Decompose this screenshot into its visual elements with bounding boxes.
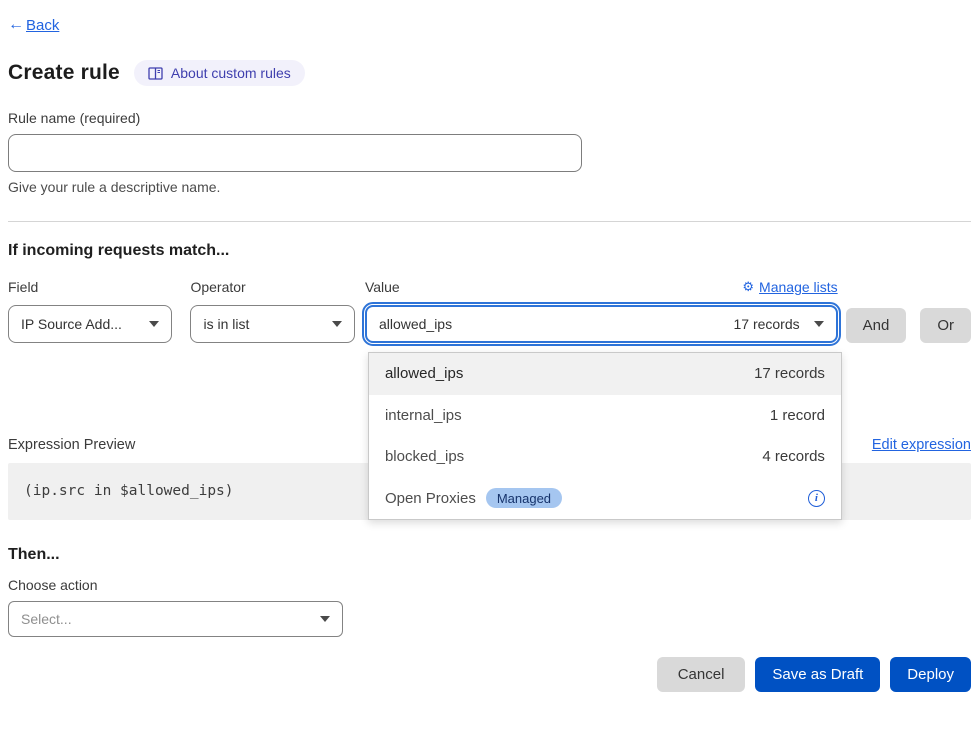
match-section-heading: If incoming requests match... [8, 242, 971, 260]
chevron-down-icon [332, 321, 342, 327]
chevron-down-icon [149, 321, 159, 327]
operator-label: Operator [190, 279, 245, 295]
list-item[interactable]: Open Proxies Managed i [369, 478, 841, 520]
rule-name-input[interactable] [8, 134, 582, 172]
page-title: Create rule [8, 61, 120, 85]
managed-badge: Managed [486, 488, 562, 508]
value-selected-name: allowed_ips [379, 316, 452, 332]
manage-lists-label: Manage lists [759, 279, 838, 295]
rule-name-helper-text: Give your rule a descriptive name. [8, 179, 971, 195]
list-item[interactable]: allowed_ips 17 records [369, 353, 841, 395]
operator-column: Operator is in list [190, 278, 354, 343]
or-button[interactable]: Or [920, 308, 971, 343]
list-item-name: allowed_ips [385, 365, 463, 382]
create-rule-page: ←Back Create rule About custom rules Rul… [0, 0, 979, 692]
title-row: Create rule About custom rules [8, 60, 971, 86]
action-select-placeholder: Select... [21, 611, 72, 627]
operator-select[interactable]: is in list [190, 305, 354, 343]
and-button[interactable]: And [846, 308, 907, 343]
back-link[interactable]: ←Back [8, 16, 59, 34]
then-section-heading: Then... [8, 546, 971, 564]
rule-name-label: Rule name (required) [8, 110, 971, 126]
save-as-draft-button[interactable]: Save as Draft [755, 657, 880, 692]
value-dropdown-menu: allowed_ips 17 records internal_ips 1 re… [368, 352, 842, 520]
edit-expression-link[interactable]: Edit expression [872, 437, 971, 453]
back-arrow-icon: ← [8, 16, 24, 34]
about-custom-rules-label: About custom rules [171, 65, 291, 81]
list-item-name: blocked_ips [385, 448, 464, 465]
gear-icon: ⚙ [742, 279, 754, 295]
list-item-name: Open Proxies [385, 490, 476, 507]
field-select[interactable]: IP Source Add... [8, 305, 172, 343]
list-item[interactable]: blocked_ips 4 records [369, 436, 841, 478]
info-icon[interactable]: i [808, 490, 825, 507]
value-select[interactable]: allowed_ips 17 records [365, 305, 838, 343]
back-link-label: Back [26, 17, 59, 34]
section-divider [8, 221, 971, 222]
book-icon [148, 67, 163, 80]
value-selected-records: 17 records [733, 316, 799, 332]
deploy-button[interactable]: Deploy [890, 657, 971, 692]
list-item-name: internal_ips [385, 407, 462, 424]
footer-actions: Cancel Save as Draft Deploy [8, 657, 971, 692]
logic-buttons: And Or [846, 308, 971, 343]
chevron-down-icon [320, 616, 330, 622]
value-label: Value [365, 279, 400, 295]
list-item-count: 17 records [754, 365, 825, 382]
action-select[interactable]: Select... [8, 601, 343, 637]
list-item-count: 1 record [770, 407, 825, 424]
choose-action-label: Choose action [8, 577, 971, 593]
condition-row: Field IP Source Add... Operator is in li… [8, 278, 971, 343]
list-item-count: 4 records [762, 448, 825, 465]
list-item[interactable]: internal_ips 1 record [369, 395, 841, 437]
field-label: Field [8, 279, 38, 295]
chevron-down-icon [814, 321, 824, 327]
field-column: Field IP Source Add... [8, 278, 172, 343]
expression-preview-label: Expression Preview [8, 437, 135, 453]
manage-lists-link[interactable]: ⚙ Manage lists [742, 279, 837, 295]
value-column: Value ⚙ Manage lists allowed_ips 17 reco… [365, 278, 838, 343]
about-custom-rules-link[interactable]: About custom rules [134, 60, 305, 86]
operator-selected-value: is in list [203, 316, 249, 332]
cancel-button[interactable]: Cancel [657, 657, 746, 692]
field-selected-value: IP Source Add... [21, 316, 122, 332]
